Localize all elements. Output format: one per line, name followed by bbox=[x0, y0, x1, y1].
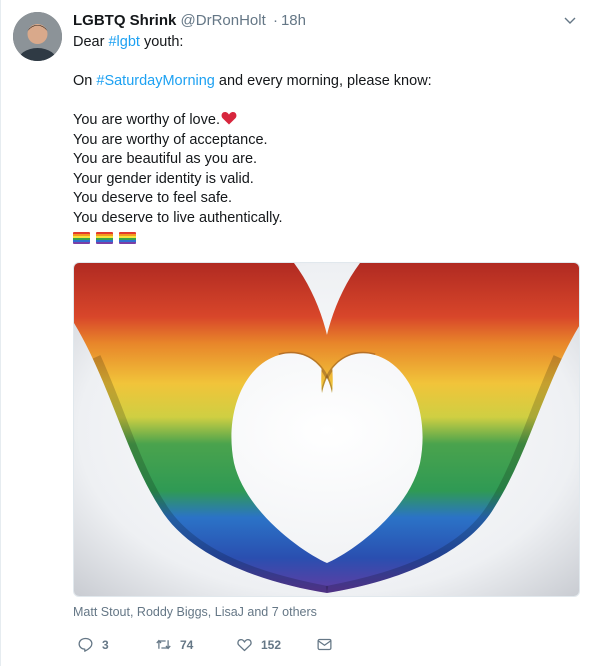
text-line: You deserve to live authentically. bbox=[73, 209, 283, 226]
reply-count: 3 bbox=[102, 637, 109, 652]
tweet-media-image[interactable] bbox=[73, 262, 580, 597]
text-line: On #SaturdayMorning and every morning, p… bbox=[73, 72, 573, 92]
display-name[interactable]: LGBTQ Shrink bbox=[73, 12, 176, 29]
reply-icon bbox=[78, 637, 93, 652]
rainbow-flag-icon bbox=[73, 232, 90, 244]
text-fragment: youth: bbox=[139, 34, 184, 50]
text-line: You are worthy of love. bbox=[73, 111, 573, 131]
envelope-icon bbox=[317, 638, 332, 651]
text-line: You deserve to feel safe. bbox=[73, 190, 233, 206]
text-line: You are beautiful as you are. bbox=[73, 151, 258, 167]
text-line: You are worthy of acceptance. bbox=[73, 131, 268, 148]
tweet-text: Dear #lgbt youth: On #SaturdayMorning an… bbox=[73, 33, 573, 244]
chevron-down-icon[interactable] bbox=[563, 13, 577, 27]
text-fragment: Dear bbox=[73, 34, 109, 50]
rainbow-flag-icon bbox=[119, 232, 136, 244]
timestamp[interactable]: 18h bbox=[281, 12, 306, 29]
retweet-button[interactable]: 74 bbox=[155, 636, 193, 653]
like-button[interactable]: 152 bbox=[236, 636, 281, 653]
heart-icon bbox=[237, 639, 252, 652]
retweet-icon bbox=[156, 639, 171, 650]
tagged-people[interactable]: Matt Stout, Roddy Biggs, LisaJ and 7 oth… bbox=[73, 605, 317, 619]
red-heart-icon bbox=[221, 112, 237, 125]
text-fragment: You are worthy of love. bbox=[73, 112, 220, 128]
rainbow-flag-icon bbox=[96, 232, 113, 244]
hashtag-link[interactable]: #SaturdayMorning bbox=[96, 73, 215, 89]
text-fragment: and every morning, please know: bbox=[214, 73, 432, 89]
like-count: 152 bbox=[261, 637, 282, 652]
tweet-header: LGBTQ Shrink @DrRonHolt · 18h bbox=[73, 11, 306, 31]
separator-dot: · bbox=[272, 12, 278, 29]
tweet-card[interactable]: LGBTQ Shrink @DrRonHolt · 18h Dear #lgbt … bbox=[0, 0, 591, 666]
reply-button[interactable]: 3 bbox=[77, 636, 109, 653]
direct-message-button[interactable] bbox=[316, 636, 333, 653]
hashtag-link[interactable]: #lgbt bbox=[108, 34, 139, 50]
text-line: Your gender identity is valid. bbox=[73, 170, 254, 187]
text-fragment: On bbox=[73, 73, 97, 89]
avatar[interactable] bbox=[13, 12, 62, 61]
rainbow-flag-emojis bbox=[73, 232, 573, 244]
retweet-count: 74 bbox=[180, 637, 194, 652]
text-line: Dear #lgbt youth: bbox=[73, 33, 573, 53]
user-handle[interactable]: @DrRonHolt bbox=[181, 12, 266, 29]
